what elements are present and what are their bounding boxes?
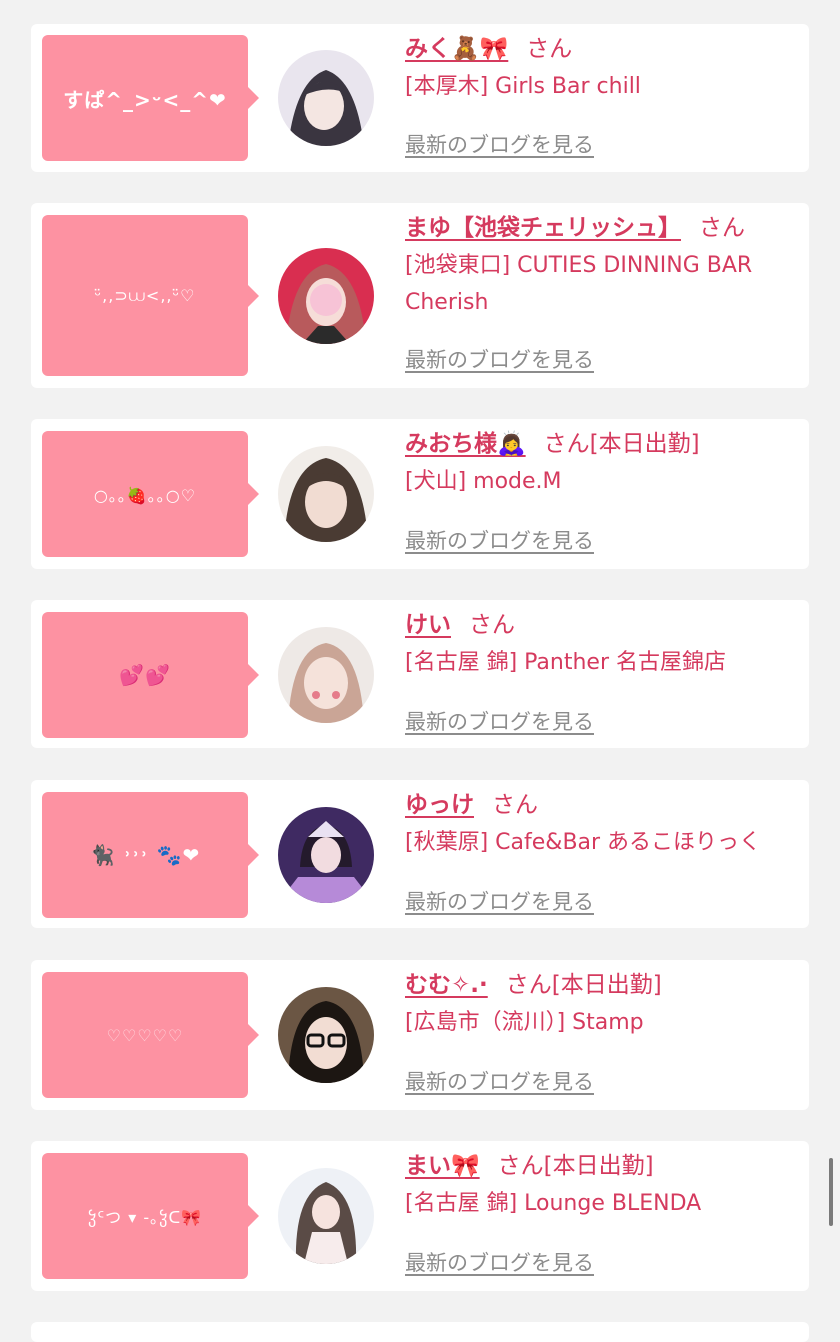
work-status: [本日出勤] xyxy=(543,1153,654,1179)
girl-card[interactable]: ჴᑦつ ▾ -｡ჴᑕ🎀 まい🎀 さん[本日出勤] [名古屋 錦] Lounge B… xyxy=(31,1141,809,1291)
comment-bubble: 🐈‍⬛ ˒˒˒ 🐾❤ xyxy=(42,792,259,918)
san-label: さん xyxy=(497,1153,544,1179)
san-label: さん xyxy=(699,215,745,241)
avatar-photo xyxy=(278,1168,374,1264)
name-line: みおち様🙇‍♀️ さん[本日出勤] xyxy=(405,431,799,459)
shop-name: [名古屋 錦] Panther 名古屋錦店 xyxy=(405,649,726,675)
shop-name: [広島市（流川）] Stamp xyxy=(405,1009,644,1035)
latest-blog-link[interactable]: 最新のブログを見る xyxy=(405,1066,594,1096)
comment-bubble: ○｡｡🍓｡｡○♡ xyxy=(42,431,259,557)
girl-card[interactable]: 🐈‍⬛ ˒˒˒ 🐾❤ ゆっけ さん [秋葉原] Cafe&Bar あるこほりっく … xyxy=(31,780,809,928)
girl-name-link[interactable]: みおち様🙇‍♀️ xyxy=(405,431,526,457)
name-line: むむ✧.· さん[本日出勤] xyxy=(405,972,799,1000)
avatar[interactable] xyxy=(278,1168,374,1264)
work-status: [本日出勤] xyxy=(589,431,700,457)
name-line: まい🎀 さん[本日出勤] xyxy=(405,1153,799,1181)
latest-blog-link[interactable]: 最新のブログを見る xyxy=(405,886,594,916)
work-status: [本日出勤] xyxy=(551,972,662,998)
san-label: さん xyxy=(505,972,552,998)
comment-bubble: ♡♡♡♡♡ xyxy=(42,972,259,1098)
name-line: けい さん xyxy=(405,612,799,640)
girl-name-link[interactable]: まゆ【池袋チェリッシュ】 xyxy=(405,215,681,241)
shop-name: [池袋東口] CUTIES DINNING BAR Cherish xyxy=(405,252,753,315)
name-line: ゆっけ さん xyxy=(405,792,799,820)
san-label: さん xyxy=(469,612,515,638)
comment-text: ᵕ̈,,⊃⩊<,,ᵕ̈♡ xyxy=(94,285,196,305)
scrollbar[interactable] xyxy=(829,1158,833,1226)
latest-blog-link[interactable]: 最新のブログを見る xyxy=(405,525,594,555)
name-line: みく🧸🎀 さん xyxy=(405,36,799,64)
san-label: さん xyxy=(526,36,573,62)
name-line: まゆ【池袋チェリッシュ】 さん xyxy=(405,215,799,243)
comment-text: 💕💕 xyxy=(119,663,171,687)
girl-card[interactable]: 💕💕 けい さん [名古屋 錦] Panther 名古屋錦店 最新のブログを見る xyxy=(31,600,809,748)
avatar-photo xyxy=(278,50,374,146)
avatar-photo xyxy=(278,446,374,542)
girl-card[interactable]: ♡♡♡♡♡ むむ✧.· さん[本日出勤] [広島市（流川）] Stamp 最新のブ… xyxy=(31,960,809,1110)
girl-card-partial[interactable] xyxy=(31,1322,809,1342)
latest-blog-link[interactable]: 最新のブログを見る xyxy=(405,1247,594,1277)
girl-name-link[interactable]: みく🧸🎀 xyxy=(405,36,508,62)
avatar[interactable] xyxy=(278,807,374,903)
san-label: さん xyxy=(543,431,590,457)
girl-card[interactable]: すぱ^_>ᵕ<_^❤ みく🧸🎀 さん [本厚木] Girls Bar chill … xyxy=(31,24,809,172)
latest-blog-link[interactable]: 最新のブログを見る xyxy=(405,344,594,374)
avatar[interactable] xyxy=(278,50,374,146)
avatar[interactable] xyxy=(278,987,374,1083)
comment-text: ○｡｡🍓｡｡○♡ xyxy=(93,486,197,505)
avatar-photo xyxy=(278,987,374,1083)
shop-name: [秋葉原] Cafe&Bar あるこほりっく xyxy=(405,829,762,855)
shop-name: [犬山] mode.M xyxy=(405,468,562,494)
comment-bubble: ჴᑦつ ▾ -｡ჴᑕ🎀 xyxy=(42,1153,259,1279)
comment-text: すぱ^_>ᵕ<_^❤ xyxy=(63,87,227,112)
latest-blog-link[interactable]: 最新のブログを見る xyxy=(405,706,594,736)
avatar[interactable] xyxy=(278,627,374,723)
avatar[interactable] xyxy=(278,446,374,542)
avatar[interactable] xyxy=(278,248,374,344)
comment-text: ♡♡♡♡♡ xyxy=(106,1025,184,1045)
avatar-photo xyxy=(278,248,374,344)
girl-name-link[interactable]: けい xyxy=(405,612,451,638)
girl-name-link[interactable]: まい🎀 xyxy=(405,1153,480,1179)
san-label: さん xyxy=(492,792,538,818)
girl-name-link[interactable]: ゆっけ xyxy=(405,792,474,818)
comment-bubble: ᵕ̈,,⊃⩊<,,ᵕ̈♡ xyxy=(42,215,259,376)
girl-card[interactable]: ○｡｡🍓｡｡○♡ みおち様🙇‍♀️ さん[本日出勤] [犬山] mode.M 最新… xyxy=(31,419,809,569)
comment-bubble: 💕💕 xyxy=(42,612,259,738)
girl-card[interactable]: ᵕ̈,,⊃⩊<,,ᵕ̈♡ まゆ【池袋チェリッシュ】 さん [池袋東口] CUTIE… xyxy=(31,203,809,388)
latest-blog-link[interactable]: 最新のブログを見る xyxy=(405,129,594,159)
comment-text: 🐈‍⬛ ˒˒˒ 🐾❤ xyxy=(89,843,201,867)
comment-bubble: すぱ^_>ᵕ<_^❤ xyxy=(42,35,259,161)
shop-name: [本厚木] Girls Bar chill xyxy=(405,73,641,99)
shop-name: [名古屋 錦] Lounge BLENDA xyxy=(405,1190,702,1216)
avatar-photo xyxy=(278,627,374,723)
comment-text: ჴᑦつ ▾ -｡ჴᑕ🎀 xyxy=(87,1208,203,1227)
girl-name-link[interactable]: むむ✧.· xyxy=(405,972,488,998)
avatar-photo xyxy=(278,807,374,903)
